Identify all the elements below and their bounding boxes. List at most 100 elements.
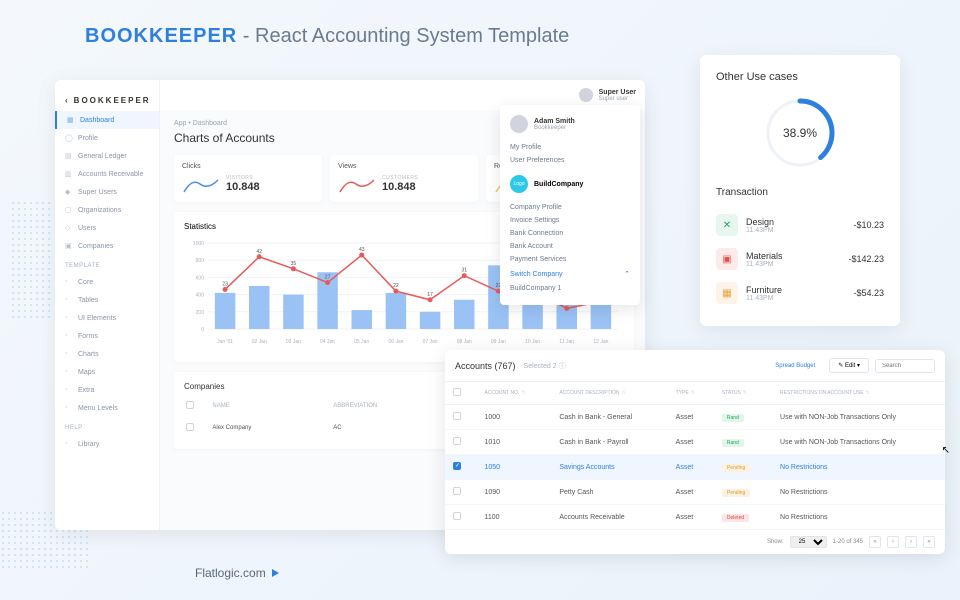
- status-badge: Pending: [722, 464, 750, 472]
- sidebar: ‹ BOOKKEEPER ▦Dashboard◯Profile▤General …: [55, 80, 160, 530]
- sidebar-item-ui-elements[interactable]: ◦UI Elements: [55, 309, 159, 327]
- sidebar-item-label: Accounts Receivable: [78, 171, 143, 178]
- svg-text:800: 800: [196, 258, 205, 264]
- sidebar-item-label: Forms: [78, 333, 98, 340]
- sort-icon: ⇅: [743, 390, 747, 396]
- svg-text:43: 43: [359, 247, 365, 253]
- donut-chart: 38.9%: [716, 93, 884, 173]
- page-title-bar: BOOKKEEPER - React Accounting System Tem…: [85, 25, 569, 48]
- transaction-title: Transaction: [716, 187, 884, 198]
- table-row[interactable]: 1050 Savings Accounts Asset Pending No R…: [445, 455, 945, 480]
- footer-text: Flatlogic.com: [195, 566, 266, 580]
- checkbox[interactable]: [453, 412, 461, 420]
- sidebar-item-accounts-receivable[interactable]: ▥ Accounts Receivable: [55, 165, 159, 183]
- cell-account-no: 1000: [476, 405, 551, 430]
- table-row[interactable]: 1010 Cash in Bank - Payroll Asset Rand U…: [445, 430, 945, 455]
- cell-restrictions: No Restrictions: [772, 480, 945, 505]
- company-link[interactable]: Bank Account: [510, 240, 630, 253]
- sidebar-item-forms[interactable]: ◦ Forms: [55, 327, 159, 345]
- last-page-button[interactable]: »: [923, 536, 935, 548]
- transaction-row: ▣ Materials11.43PM -$142.23: [716, 242, 884, 276]
- sidebar-item-label: Organizations: [78, 207, 121, 214]
- cell-status: Pending: [714, 480, 772, 505]
- sidebar-item-extra[interactable]: ◦Extra: [55, 381, 159, 399]
- svg-text:02 Jan: 02 Jan: [252, 339, 267, 345]
- transaction-amount: -$54.23: [853, 288, 884, 298]
- topbar-user-role: Super user: [599, 96, 636, 102]
- menu-icon: ◦: [65, 386, 73, 394]
- company-link[interactable]: Bank Connection: [510, 227, 630, 240]
- svg-text:35: 35: [291, 261, 297, 267]
- column-header[interactable]: STATUS⇅: [714, 382, 772, 405]
- checkbox[interactable]: [186, 423, 194, 431]
- search-input[interactable]: [875, 359, 935, 373]
- cell: Alex Company: [212, 419, 331, 437]
- cell-type: Asset: [668, 405, 714, 430]
- sidebar-item-core[interactable]: ◦Core: [55, 273, 159, 291]
- column-header[interactable]: TYPE⇅: [668, 382, 714, 405]
- profile-link[interactable]: My Profile: [510, 141, 630, 154]
- table-row[interactable]: 1100 Accounts Receivable Asset Deleted N…: [445, 505, 945, 530]
- usecase-title: Other Use cases: [716, 71, 884, 83]
- sort-icon: ⇅: [691, 390, 695, 396]
- sidebar-item-organizations[interactable]: ▢Organizations: [55, 201, 159, 219]
- edit-button[interactable]: ✎ Edit ▾: [829, 358, 869, 373]
- footer-brand[interactable]: Flatlogic.com: [195, 566, 279, 580]
- sidebar-item-dashboard[interactable]: ▦Dashboard: [55, 111, 159, 129]
- spread-budget-button[interactable]: Spread Budget: [767, 360, 823, 372]
- sidebar-item-users[interactable]: ◇Users: [55, 219, 159, 237]
- menu-icon: ▥: [65, 170, 73, 178]
- column-header[interactable]: RESTRICTIONS ON ACCOUNT USE⇅: [772, 382, 945, 405]
- cell-description: Cash in Bank - Payroll: [551, 430, 667, 455]
- checkbox[interactable]: [453, 388, 461, 396]
- svg-text:1000: 1000: [193, 241, 204, 247]
- switch-company-button[interactable]: Switch Company ⌃: [510, 266, 630, 282]
- accounts-title: Accounts (767): [455, 361, 516, 371]
- sidebar-item-menu-levels[interactable]: ◦Menu Levels: [55, 399, 159, 417]
- transaction-name: Furniture: [746, 285, 845, 295]
- transaction-time: 11.43PM: [746, 295, 845, 302]
- sidebar-item-maps[interactable]: ◦Maps: [55, 363, 159, 381]
- svg-text:27: 27: [325, 275, 331, 281]
- company-link[interactable]: Company Profile: [510, 201, 630, 214]
- svg-text:0: 0: [201, 327, 204, 333]
- company-name: BuildCompany: [534, 181, 583, 188]
- company-link[interactable]: Payment Services: [510, 253, 630, 266]
- topbar-user[interactable]: Super User Super user: [579, 88, 636, 102]
- checkbox[interactable]: [453, 462, 461, 470]
- status-badge: Pending: [722, 489, 750, 497]
- checkbox[interactable]: [453, 512, 461, 520]
- next-page-button[interactable]: ›: [905, 536, 917, 548]
- table-row[interactable]: 1090 Petty Cash Asset Pending No Restric…: [445, 480, 945, 505]
- sidebar-item-charts[interactable]: ◦Charts: [55, 345, 159, 363]
- status-badge: Rand: [722, 414, 744, 422]
- cell-type: Asset: [668, 480, 714, 505]
- sidebar-item-general-ledger[interactable]: ▤General Ledger: [55, 147, 159, 165]
- company-option[interactable]: BuildCompany 1: [510, 282, 630, 295]
- column-header[interactable]: ACCOUNT NO.⇅: [476, 382, 551, 405]
- sidebar-item-profile[interactable]: ◯Profile: [55, 129, 159, 147]
- sidebar-item-companies[interactable]: ▣Companies: [55, 237, 159, 255]
- sidebar-item-library[interactable]: ◦Library: [55, 435, 159, 453]
- sidebar-item-label: Companies: [78, 243, 113, 250]
- checkbox[interactable]: [453, 487, 461, 495]
- prev-page-button[interactable]: ‹: [887, 536, 899, 548]
- cell-status: Rand: [714, 430, 772, 455]
- first-page-button[interactable]: «: [869, 536, 881, 548]
- metric-title: Clicks: [182, 163, 314, 170]
- table-row[interactable]: 1000 Cash in Bank - General Asset Rand U…: [445, 405, 945, 430]
- page-size-select[interactable]: 25: [790, 536, 827, 548]
- sidebar-item-tables[interactable]: ◦Tables: [55, 291, 159, 309]
- decorative-dots-left: [10, 200, 50, 320]
- menu-icon: ◦: [65, 332, 73, 340]
- avatar-icon: [510, 115, 528, 133]
- sort-icon: ⇅: [521, 390, 525, 396]
- company-link[interactable]: Invoice Settings: [510, 214, 630, 227]
- column-header[interactable]: ACCOUNT DESCRIPTION⇅: [551, 382, 667, 405]
- sidebar-item-super-users[interactable]: ◆Super Users: [55, 183, 159, 201]
- checkbox[interactable]: [453, 437, 461, 445]
- status-badge: Rand: [722, 439, 744, 447]
- profile-link[interactable]: User Preferences: [510, 154, 630, 167]
- checkbox[interactable]: [186, 401, 194, 409]
- sidebar-brand[interactable]: ‹ BOOKKEEPER: [55, 90, 159, 111]
